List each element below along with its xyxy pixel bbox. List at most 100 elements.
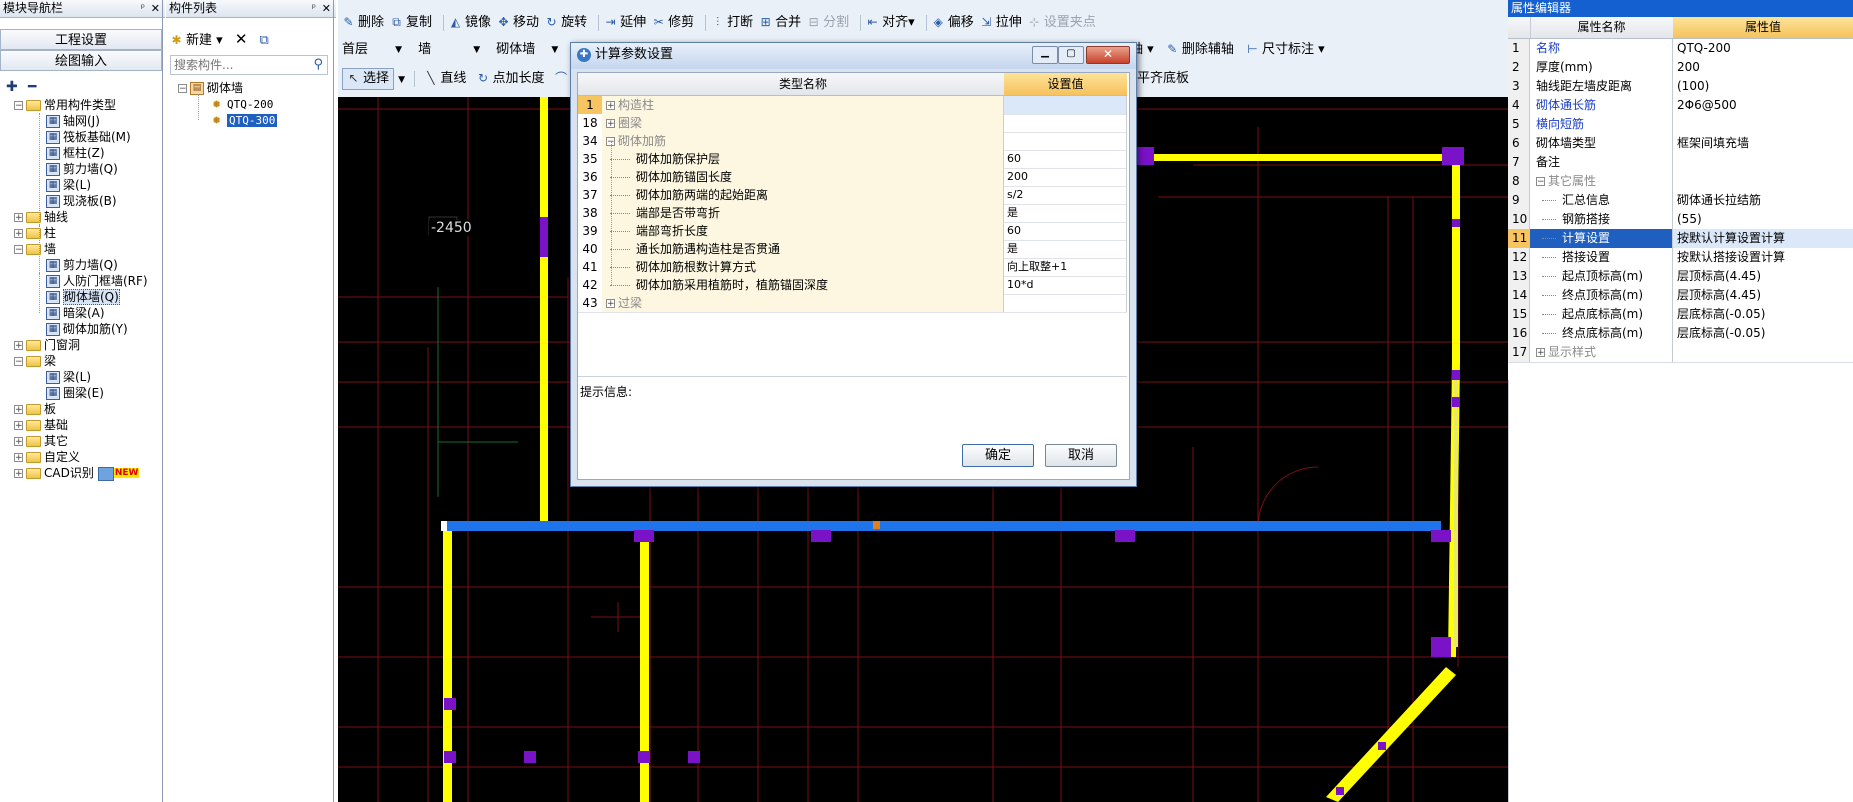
- nav-tree-item[interactable]: ▦ 人防门框墙(RF): [46, 273, 148, 289]
- expand-icon[interactable]: +: [14, 469, 23, 479]
- flush-bottom-button[interactable]: 平齐底板: [1137, 71, 1189, 86]
- nav-tree-item[interactable]: ▦ 剪力墙(Q): [46, 257, 118, 273]
- nav-folder[interactable]: − 梁: [14, 353, 56, 369]
- chevron-down-icon[interactable]: ▼: [398, 75, 405, 85]
- nav-folder[interactable]: + 轴线: [14, 209, 68, 225]
- minimize-button[interactable]: ▁: [1032, 46, 1058, 64]
- property-row[interactable]: 4 砌体通长筋 2Φ6@500: [1508, 96, 1853, 116]
- component-item[interactable]: ✹ QTQ-200: [212, 96, 273, 112]
- nav-tree-item[interactable]: ▦ 砌体加筋(Y): [46, 321, 128, 337]
- pin-icon[interactable]: ᵖ: [312, 0, 316, 17]
- nav-tree-item[interactable]: ▦ 剪力墙(Q): [46, 161, 118, 177]
- collapse-all-icon[interactable]: ━: [28, 79, 36, 95]
- property-value[interactable]: [1673, 115, 1853, 134]
- nav-tree-item[interactable]: ▦ 轴网(J): [46, 113, 100, 129]
- expand-icon[interactable]: +: [1536, 348, 1545, 358]
- property-row[interactable]: 1 名称 QTQ-200: [1508, 39, 1853, 59]
- expand-all-icon[interactable]: ✚: [6, 79, 18, 95]
- close-icon[interactable]: ✕: [322, 0, 331, 17]
- property-value[interactable]: [1673, 153, 1853, 172]
- subcategory-select[interactable]: 砌体墙 ▼: [496, 38, 558, 62]
- param-value-cell[interactable]: 是: [1004, 204, 1127, 222]
- align-button[interactable]: ⇤ 对齐▾: [866, 11, 915, 35]
- collapse-icon[interactable]: −: [178, 84, 187, 94]
- move-button[interactable]: ✥ 移动: [497, 11, 540, 35]
- property-row[interactable]: 11 计算设置 按默认计算设置计算: [1508, 229, 1853, 249]
- property-value[interactable]: 层底标高(-0.05): [1673, 324, 1853, 343]
- offset-button[interactable]: ◈ 偏移: [932, 11, 974, 35]
- param-value-cell[interactable]: 60: [1004, 150, 1127, 168]
- property-value[interactable]: (100): [1673, 77, 1853, 96]
- split-button[interactable]: ⊟ 分割: [807, 11, 850, 35]
- param-value-cell[interactable]: 10*d: [1004, 276, 1127, 294]
- nav-folder[interactable]: + 门窗洞: [14, 337, 80, 353]
- param-value-cell[interactable]: 是: [1004, 240, 1127, 258]
- nav-folder[interactable]: + 柱: [14, 225, 56, 241]
- property-row[interactable]: 5 横向短筋: [1508, 115, 1853, 135]
- nav-tree-item[interactable]: ▦ 框柱(Z): [46, 145, 105, 161]
- search-input[interactable]: [171, 56, 307, 74]
- property-value[interactable]: 按默认计算设置计算: [1673, 229, 1853, 248]
- param-row[interactable]: 37 砌体加筋两端的起始距离 s/2: [578, 186, 1127, 205]
- maximize-button[interactable]: ▢: [1058, 46, 1084, 64]
- search-icon[interactable]: ⚲: [313, 57, 323, 72]
- point-length-button[interactable]: ↻ 点加长度: [477, 71, 545, 86]
- line-button[interactable]: ╲ 直线: [424, 71, 466, 86]
- param-row[interactable]: 38 端部是否带弯折 是: [578, 204, 1127, 223]
- param-group-row[interactable]: 1 + 构造柱: [578, 96, 1127, 115]
- property-value[interactable]: 200: [1673, 58, 1853, 77]
- component-item[interactable]: ✹ QTQ-300: [212, 112, 278, 128]
- property-value[interactable]: 层顶标高(4.45): [1673, 267, 1853, 286]
- stretch-button[interactable]: ⇲ 拉伸: [980, 11, 1022, 35]
- grip-button[interactable]: ⊹ 设置夹点: [1028, 11, 1096, 35]
- nav-folder[interactable]: + 板: [14, 401, 56, 417]
- collapse-icon[interactable]: −: [14, 245, 23, 255]
- expand-icon[interactable]: +: [14, 453, 23, 463]
- category-select[interactable]: 墙 ▼: [418, 38, 480, 62]
- property-value[interactable]: 框架间填充墙: [1673, 134, 1853, 153]
- drawing-input-button[interactable]: 绘图输入: [0, 50, 162, 71]
- param-row[interactable]: 41 砌体加筋根数计算方式 向上取整+1: [578, 258, 1127, 277]
- new-component-button[interactable]: ✱ 新建 ▾: [170, 33, 227, 48]
- nav-folder[interactable]: + CAD识别 NEW: [14, 465, 140, 481]
- floor-select[interactable]: 首层 ▼: [342, 38, 402, 62]
- nav-folder[interactable]: + 基础: [14, 417, 68, 433]
- pin-icon[interactable]: ᵖ: [141, 0, 145, 17]
- expand-icon[interactable]: +: [14, 213, 23, 223]
- nav-tree-item[interactable]: ▦ 筏板基础(M): [46, 129, 131, 145]
- select-button[interactable]: ↖ 选择: [342, 68, 395, 90]
- property-value[interactable]: [1673, 343, 1853, 362]
- property-row[interactable]: 16 终点底标高(m) 层底标高(-0.05): [1508, 324, 1853, 344]
- param-row[interactable]: 35 砌体加筋保护层 60: [578, 150, 1127, 169]
- close-icon[interactable]: ✕: [151, 0, 160, 17]
- param-value-cell[interactable]: 200: [1004, 168, 1127, 186]
- close-button[interactable]: ✕: [1086, 46, 1130, 64]
- copy-icon[interactable]: ⧉: [260, 33, 269, 48]
- param-row[interactable]: 42 砌体加筋采用植筋时，植筋锚固深度 10*d: [578, 276, 1127, 295]
- param-value-cell[interactable]: [1004, 96, 1127, 114]
- property-value[interactable]: 按默认搭接设置计算: [1673, 248, 1853, 267]
- property-value[interactable]: [1673, 172, 1853, 191]
- property-value[interactable]: QTQ-200: [1673, 39, 1853, 58]
- delete-aux-axis-button[interactable]: ✎ 删除辅轴: [1166, 42, 1234, 57]
- param-group-row[interactable]: 43 + 过梁: [578, 294, 1127, 313]
- nav-tree-item[interactable]: ▦ 现浇板(B): [46, 193, 117, 209]
- property-row[interactable]: 15 起点底标高(m) 层底标高(-0.05): [1508, 305, 1853, 325]
- trim-button[interactable]: ✂ 修剪: [652, 11, 695, 35]
- expand-icon[interactable]: +: [606, 101, 615, 111]
- dialog-title-bar[interactable]: ✚ 计算参数设置 ▁ ▢ ✕: [571, 43, 1136, 69]
- param-value-cell[interactable]: [1004, 294, 1127, 312]
- break-button[interactable]: ⫶ 打断: [711, 11, 753, 35]
- expand-icon[interactable]: +: [14, 405, 23, 415]
- property-row[interactable]: 2 厚度(mm) 200: [1508, 58, 1853, 78]
- extend-button[interactable]: ⇥ 延伸: [604, 11, 647, 35]
- mirror-button[interactable]: ◭ 镜像: [449, 11, 491, 35]
- cancel-button[interactable]: 取消: [1045, 444, 1117, 467]
- property-value[interactable]: 砌体通长拉结筋: [1673, 191, 1853, 210]
- project-settings-button[interactable]: 工程设置: [0, 29, 162, 50]
- nav-tree-item[interactable]: ▦ 暗梁(A): [46, 305, 105, 321]
- expand-icon[interactable]: +: [14, 229, 23, 239]
- property-row[interactable]: 6 砌体墙类型 框架间填充墙: [1508, 134, 1853, 154]
- collapse-icon[interactable]: −: [14, 101, 23, 111]
- collapse-icon[interactable]: −: [1536, 177, 1545, 187]
